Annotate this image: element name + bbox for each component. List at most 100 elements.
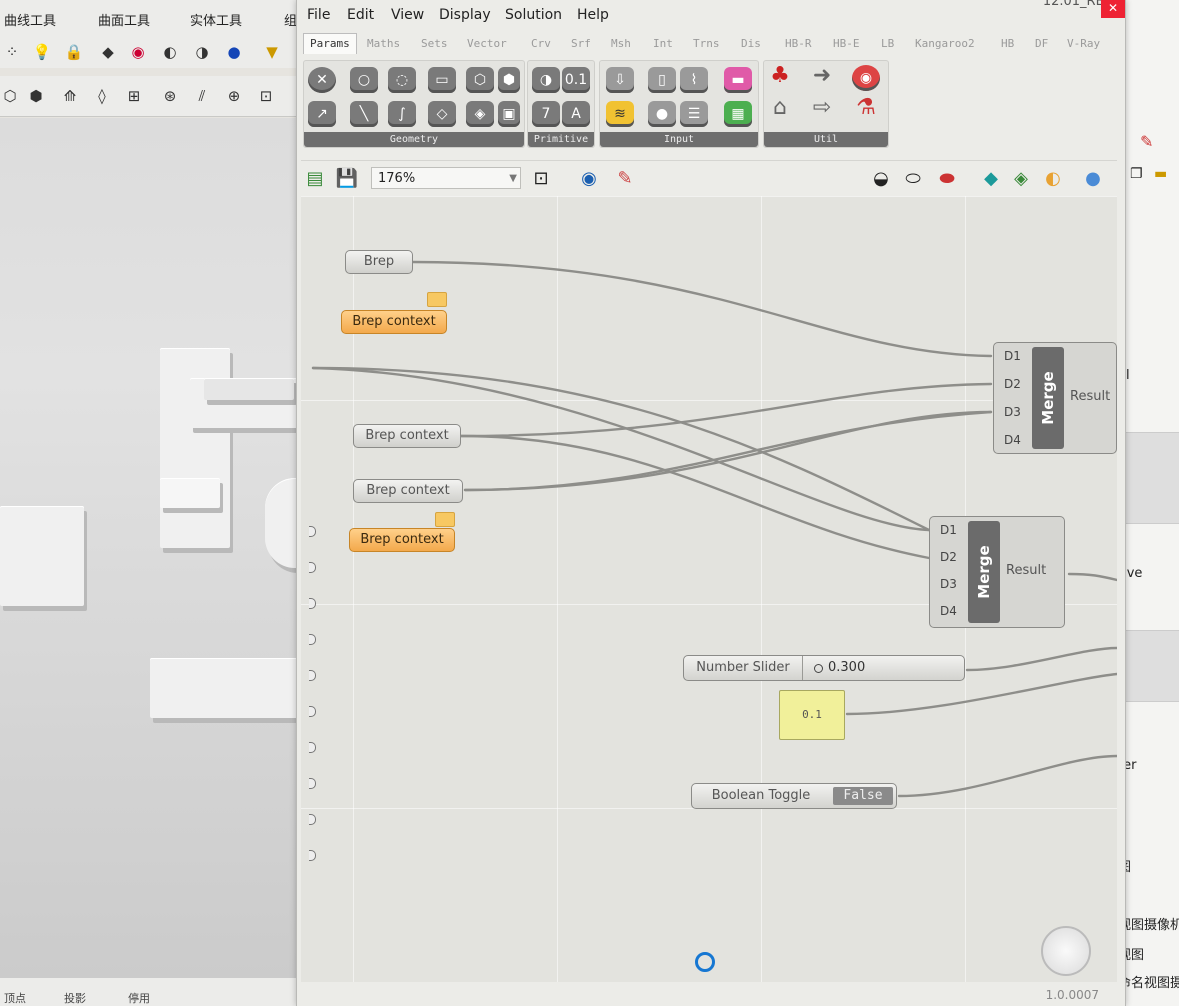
vector-param-icon[interactable]: ↗ <box>308 101 336 127</box>
flask-icon[interactable]: ⚗ <box>852 95 880 121</box>
number-param-icon[interactable]: 0.1 <box>562 67 590 93</box>
merge-input-d3[interactable]: D3 <box>1004 405 1021 419</box>
graph-mapper-icon[interactable]: ⌇ <box>680 67 708 93</box>
brep-param-icon[interactable]: ⬡ <box>466 67 494 93</box>
panel-icon[interactable]: ≋ <box>606 101 634 127</box>
preview-mesh-icon[interactable]: ◈ <box>1009 168 1033 190</box>
brep-context-component-warning[interactable]: Brep context <box>341 310 447 334</box>
plane-param-icon[interactable]: ▣ <box>498 101 520 127</box>
preview-wire-icon[interactable]: ⬭ <box>901 168 925 190</box>
pipe-icon[interactable]: ◊ <box>92 86 112 106</box>
value-list-icon[interactable]: ☰ <box>680 101 708 127</box>
panel-label[interactable]: 视图摄像机 <box>1118 914 1179 933</box>
integer-param-icon[interactable]: 7 <box>532 101 560 127</box>
button-icon[interactable]: ▯ <box>648 67 676 93</box>
extrude-icon[interactable]: ⟰ <box>60 86 80 106</box>
merge-input-d2[interactable]: D2 <box>1004 377 1021 391</box>
cherry-icon[interactable]: ♣ <box>766 63 794 89</box>
tab-kangaroo2[interactable]: Kangaroo2 <box>915 37 975 50</box>
tab-df[interactable]: DF <box>1035 37 1048 50</box>
zoom-field[interactable]: 176% ▼ <box>371 167 521 189</box>
save-icon[interactable]: 💾 <box>335 168 359 190</box>
tab-vector[interactable]: Vector <box>467 37 507 50</box>
open-icon[interactable]: ▤ <box>303 168 327 190</box>
material-icon[interactable]: ◐ <box>1041 168 1065 190</box>
eye-icon[interactable]: ◉ <box>577 168 601 190</box>
filter-icon[interactable]: ▼ <box>262 42 282 62</box>
tab-srf[interactable]: Srf <box>571 37 591 50</box>
arc-param-icon[interactable]: ◌ <box>388 67 416 93</box>
line-param-icon[interactable]: ╲ <box>350 101 378 127</box>
folder-icon[interactable]: ▬ <box>1154 166 1167 182</box>
box-icon[interactable]: ⬡ <box>0 86 20 106</box>
chevron-down-icon[interactable]: ▼ <box>509 168 517 190</box>
mesh-param-icon[interactable]: ⬢ <box>498 67 520 93</box>
tab-lb[interactable]: LB <box>881 37 894 50</box>
merge-input-d4[interactable]: D4 <box>1004 433 1021 447</box>
menu-solution[interactable]: Solution <box>505 7 562 23</box>
sketch-icon[interactable]: ✎ <box>613 168 637 190</box>
tab-params[interactable]: Params <box>303 33 357 54</box>
menu-edit[interactable]: Edit <box>347 7 374 23</box>
copy-icon[interactable]: ❐ <box>1130 166 1143 182</box>
panel-component[interactable]: 0.1 <box>779 690 845 740</box>
rhino-tab-surface-tools[interactable]: 曲面工具 <box>98 10 150 29</box>
zoom-extents-icon[interactable]: ⊡ <box>529 168 553 190</box>
status-disable[interactable]: 停用 <box>128 990 150 1006</box>
menu-view[interactable]: View <box>391 7 424 23</box>
import-icon[interactable]: ⇩ <box>606 67 634 93</box>
brep-context-component-warning[interactable]: Brep context <box>349 528 455 552</box>
status-project[interactable]: 投影 <box>64 990 86 1006</box>
menu-help[interactable]: Help <box>577 7 609 23</box>
tab-trns[interactable]: Trns <box>693 37 720 50</box>
sphere-icon[interactable]: ● <box>1081 168 1105 190</box>
dial-icon[interactable]: ● <box>648 101 676 127</box>
merge-output-result[interactable]: Result <box>1070 389 1110 404</box>
color-swatch-icon[interactable]: ▦ <box>724 101 752 127</box>
relay-arrow-icon[interactable]: ⇨ <box>808 95 836 121</box>
text-param-icon[interactable]: A <box>562 101 590 127</box>
number-slider[interactable]: Number Slider 0.300 <box>683 655 965 681</box>
rhino-tab-curve-tools[interactable]: 曲线工具 <box>4 10 56 29</box>
boolean-param-icon[interactable]: ◑ <box>532 67 560 93</box>
boolean-icon[interactable]: ⊞ <box>124 86 144 106</box>
panel-label[interactable]: 命名视图摄 <box>1118 972 1179 991</box>
box-param-icon[interactable]: ▭ <box>428 67 456 93</box>
slider-knob-icon[interactable] <box>814 664 823 673</box>
menu-file[interactable]: File <box>307 7 330 23</box>
merge-input-d3[interactable]: D3 <box>940 577 957 591</box>
sphere-material-icon[interactable]: ● <box>224 42 244 62</box>
preview-shaded-icon[interactable]: ⬬ <box>935 168 959 190</box>
tab-hb-r[interactable]: HB-R <box>785 37 812 50</box>
tab-sets[interactable]: Sets <box>421 37 448 50</box>
merge-output-result[interactable]: Result <box>1006 563 1046 578</box>
brep-context-component[interactable]: Brep context <box>353 479 463 503</box>
merge-input-d1[interactable]: D1 <box>1004 349 1021 363</box>
surface-param-icon[interactable]: ◇ <box>428 101 456 127</box>
geometry-param-icon[interactable]: ✕ <box>308 67 336 93</box>
brep-context-component[interactable]: Brep context <box>353 424 461 448</box>
sphere-render-icon[interactable]: ◑ <box>192 42 212 62</box>
field-param-icon[interactable]: ◈ <box>466 101 494 127</box>
contour-icon[interactable]: ⫽ <box>192 86 212 106</box>
merge-input-d2[interactable]: D2 <box>940 550 957 564</box>
box-edit-icon[interactable]: ⬢ <box>26 86 46 106</box>
tab-dis[interactable]: Dis <box>741 37 761 50</box>
tab-hb-e[interactable]: HB-E <box>833 37 860 50</box>
merge-component[interactable]: D1 D2 D3 D4 Merge Result <box>993 342 1117 454</box>
menu-display[interactable]: Display <box>439 7 491 23</box>
tab-maths[interactable]: Maths <box>367 37 400 50</box>
tab-hb[interactable]: HB <box>1001 37 1014 50</box>
points-icon[interactable]: ⁘ <box>2 42 22 62</box>
data-dam-icon[interactable]: ◉ <box>852 65 880 91</box>
color-wheel-icon[interactable]: ◉ <box>128 42 148 62</box>
merge-component[interactable]: D1 D2 D3 D4 Merge Result <box>929 516 1065 628</box>
mesh-icon[interactable]: ⊛ <box>160 86 180 106</box>
boolean-toggle[interactable]: Boolean Toggle False <box>691 783 897 809</box>
gradient-icon[interactable]: ▬ <box>724 67 752 93</box>
light-bulb-icon[interactable]: 💡 <box>32 42 52 62</box>
preview-off-icon[interactable]: ◒ <box>869 168 893 190</box>
cage-icon[interactable]: ⊡ <box>256 86 276 106</box>
layer-icon[interactable]: ◆ <box>98 42 118 62</box>
toggle-state[interactable]: False <box>833 787 893 805</box>
